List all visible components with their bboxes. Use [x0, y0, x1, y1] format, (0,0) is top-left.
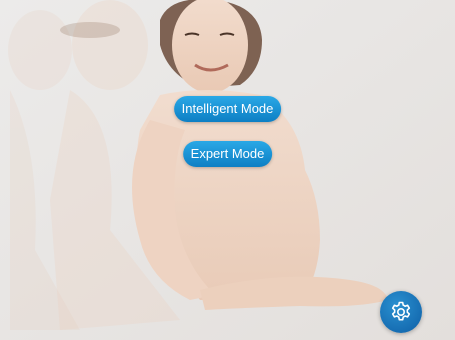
- gear-icon: [389, 300, 413, 324]
- main-screen: Intelligent Mode Expert Mode: [0, 0, 455, 340]
- expert-mode-button[interactable]: Expert Mode: [182, 141, 273, 167]
- background-photo: [0, 0, 455, 340]
- intelligent-mode-button[interactable]: Intelligent Mode: [173, 96, 282, 122]
- settings-button[interactable]: [380, 291, 422, 333]
